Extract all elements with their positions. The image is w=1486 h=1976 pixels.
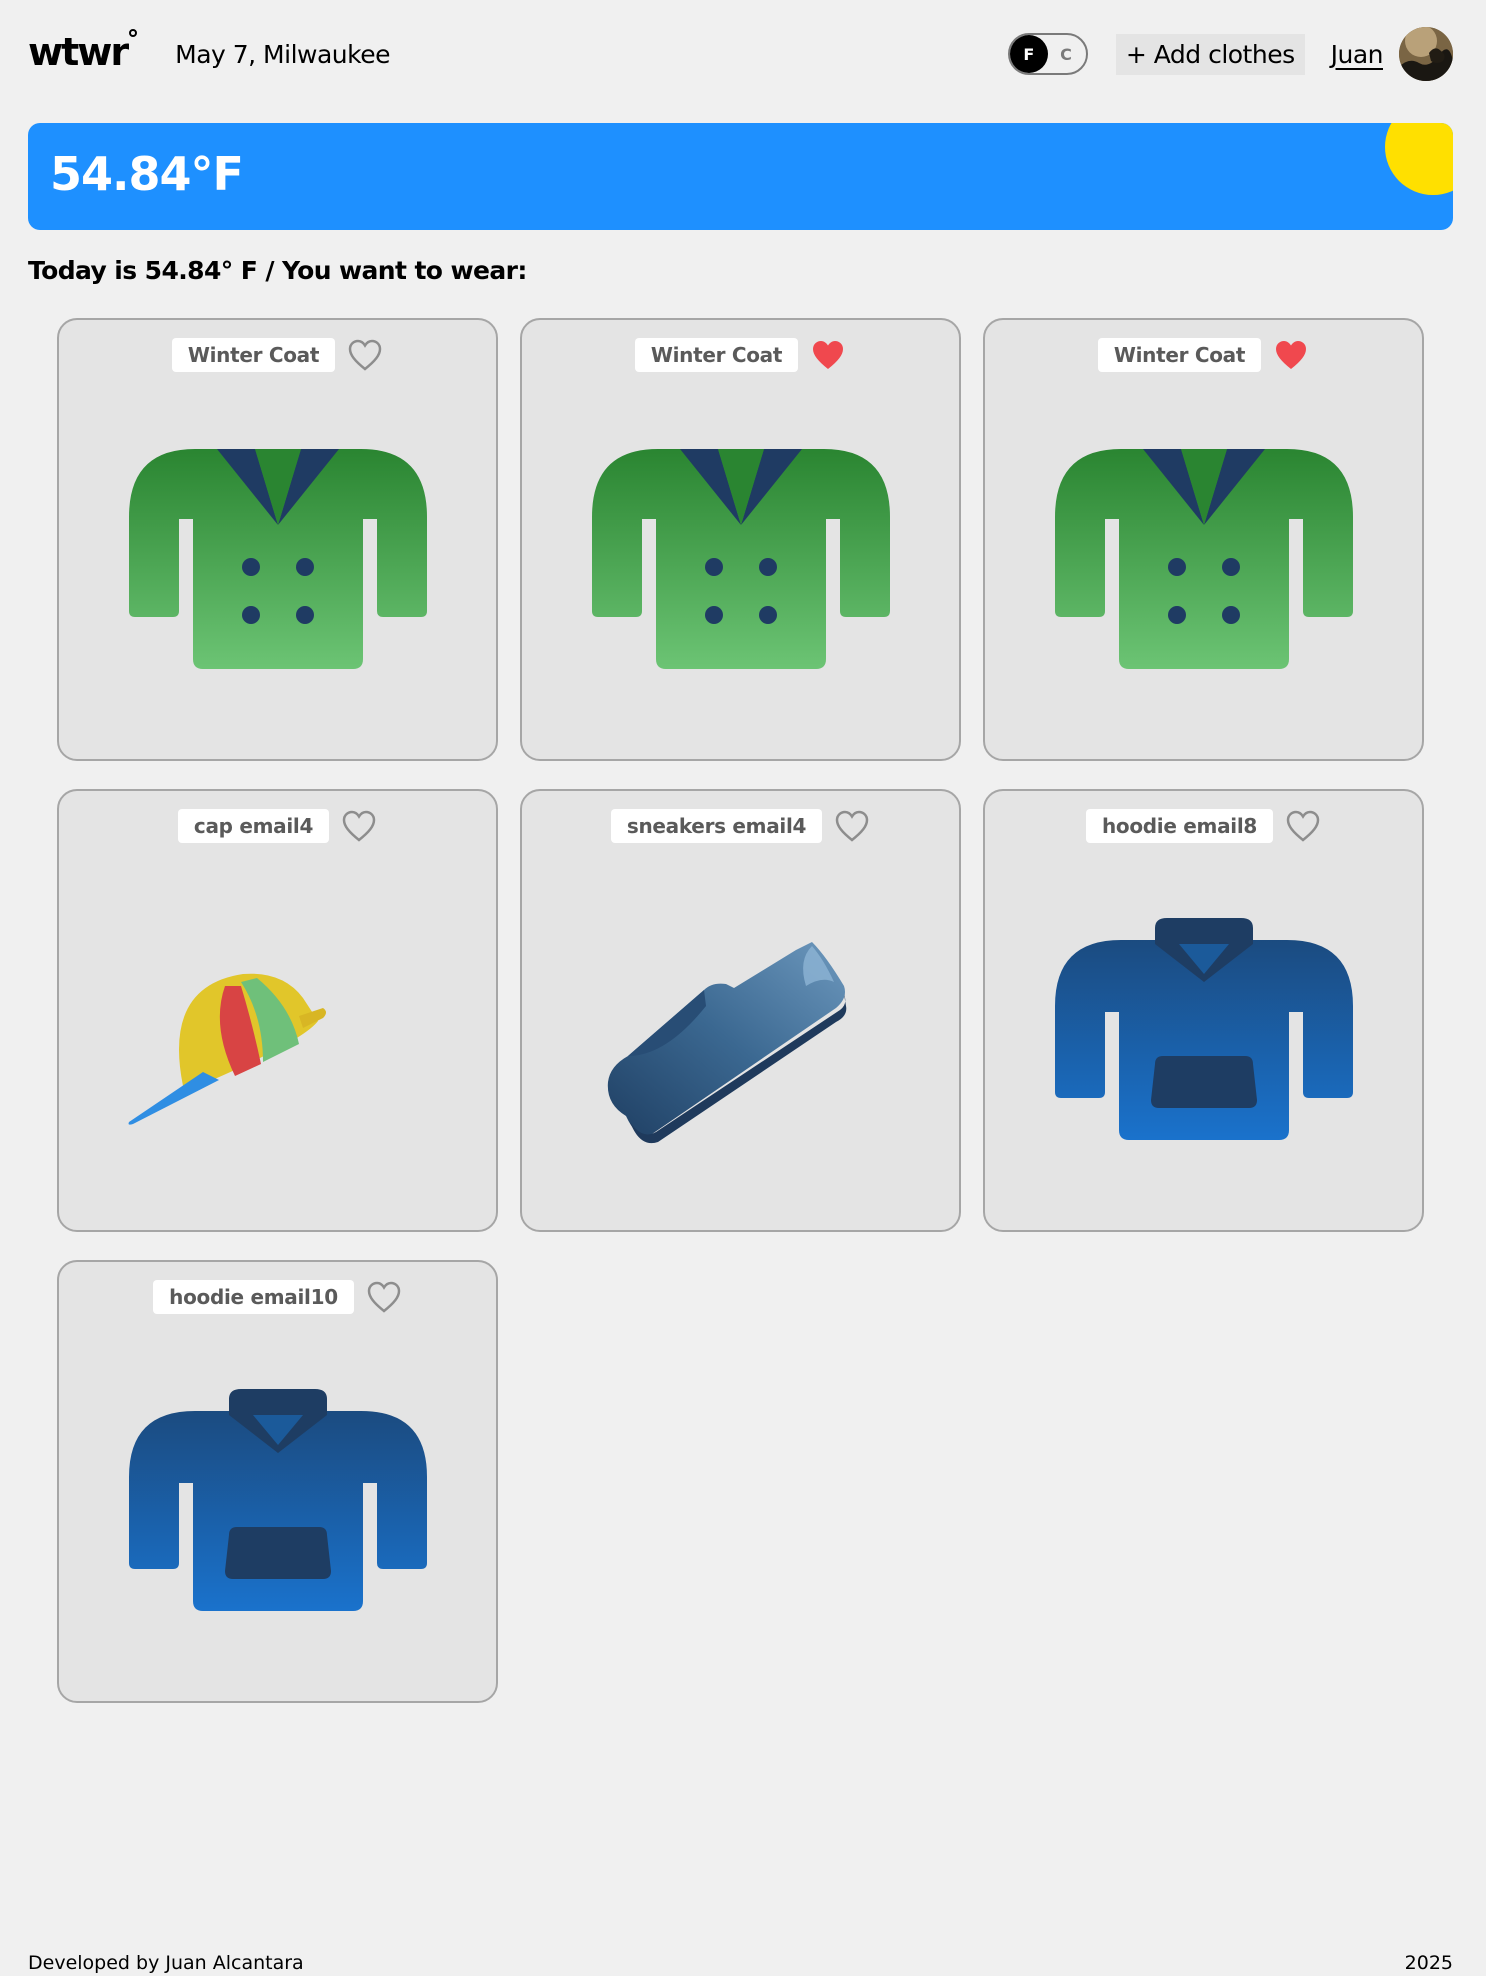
clothing-card[interactable]: sneakers email4 — [520, 789, 961, 1232]
weather-card: 54.84°F — [28, 123, 1453, 230]
winter-coat-icon — [591, 448, 890, 669]
sun-icon — [1385, 123, 1453, 195]
clothing-card[interactable]: cap email4 — [57, 789, 498, 1232]
clothing-grid: Winter Coat Winter Coat Winter Coat cap … — [57, 318, 1424, 1703]
avatar[interactable] — [1399, 27, 1453, 81]
card-title: Winter Coat — [1097, 338, 1262, 372]
temperature-unit-toggle[interactable]: F C — [1007, 33, 1088, 75]
date-location: May 7, Milwaukee — [175, 39, 390, 69]
clothing-card[interactable]: Winter Coat — [520, 318, 961, 761]
clothing-card[interactable]: hoodie email8 — [983, 789, 1424, 1232]
card-title: hoodie email8 — [1085, 809, 1274, 843]
recommendation-heading: Today is 54.84° F / You want to wear: — [28, 256, 527, 285]
clothing-card[interactable]: Winter Coat — [983, 318, 1424, 761]
like-heart-icon[interactable] — [834, 809, 870, 843]
avatar-image — [1399, 27, 1453, 81]
add-clothes-button[interactable]: + Add clothes — [1115, 33, 1305, 75]
card-title: hoodie email10 — [153, 1280, 354, 1314]
toggle-celsius[interactable]: C — [1060, 45, 1072, 64]
profile-link[interactable]: Juan — [1331, 40, 1384, 69]
toggle-fahrenheit[interactable]: F — [1009, 35, 1048, 73]
card-title: Winter Coat — [634, 338, 799, 372]
like-heart-icon[interactable] — [341, 809, 377, 843]
liked-heart-icon[interactable] — [1273, 338, 1309, 372]
like-heart-icon[interactable] — [366, 1280, 402, 1314]
winter-coat-icon — [128, 448, 427, 669]
footer-year: 2025 — [1404, 1952, 1453, 1974]
footer-credit: Developed by Juan Alcantara — [28, 1952, 304, 1974]
hoodie-icon — [1054, 917, 1353, 1140]
logo[interactable]: wtwr — [28, 29, 138, 74]
hoodie-icon — [128, 1388, 427, 1611]
like-heart-icon[interactable] — [1285, 809, 1321, 843]
logo-text: wtwr — [28, 30, 129, 74]
temperature-display: 54.84°F — [50, 147, 244, 201]
winter-coat-icon — [1054, 448, 1353, 669]
clothing-card[interactable]: Winter Coat — [57, 318, 498, 761]
card-title: sneakers email4 — [610, 809, 823, 843]
like-heart-icon[interactable] — [347, 338, 383, 372]
liked-heart-icon[interactable] — [810, 338, 846, 372]
clothing-card[interactable]: hoodie email10 — [57, 1260, 498, 1703]
app-header: wtwr May 7, Milwaukee F C + Add clothes … — [28, 27, 1453, 81]
logo-degree-mark — [129, 29, 138, 37]
card-title: cap email4 — [177, 809, 330, 843]
sneaker-icon — [607, 941, 846, 1143]
cap-icon — [128, 973, 326, 1125]
card-title: Winter Coat — [171, 338, 336, 372]
